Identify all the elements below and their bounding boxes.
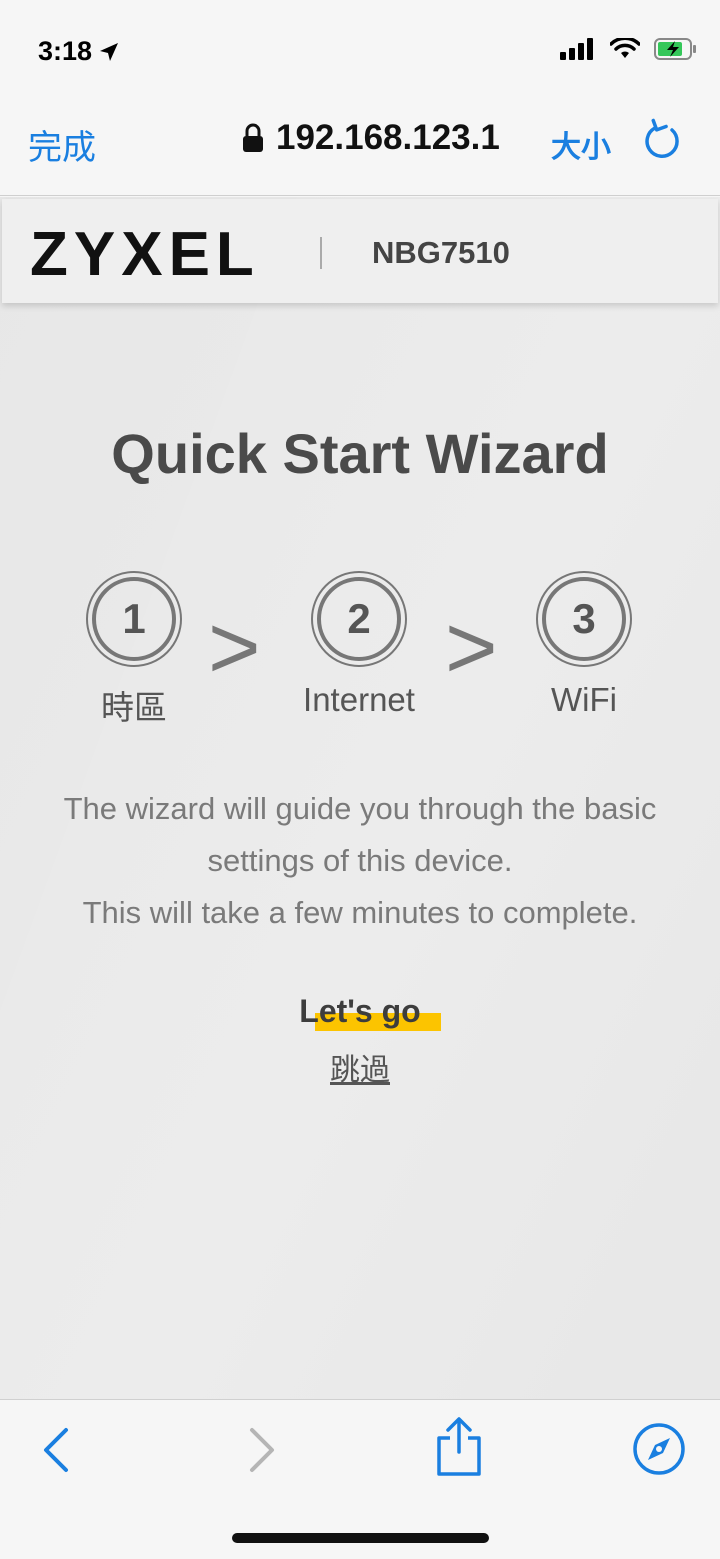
home-indicator — [232, 1533, 489, 1543]
share-icon[interactable] — [434, 1416, 484, 1478]
url-field[interactable]: 192.168.123.1 — [242, 118, 500, 158]
step-2-circle: 2 — [311, 571, 407, 667]
web-page: ZYXEL NBG7510 Quick Start Wizard 1 時區 > … — [0, 197, 720, 1399]
location-arrow-icon — [100, 42, 119, 61]
battery-charging-icon — [654, 38, 696, 60]
model-name: NBG7510 — [372, 235, 510, 270]
step-3: 3 WiFi — [494, 571, 674, 719]
description-line-1: The wizard will guide you through the ba… — [63, 791, 657, 826]
step-2: 2 Internet — [269, 571, 449, 719]
step-3-number: 3 — [542, 577, 626, 661]
step-arrow-2: > — [445, 598, 498, 698]
skip-link[interactable]: 跳過 — [0, 1045, 720, 1089]
wifi-icon — [610, 38, 640, 58]
step-arrow-1: > — [208, 598, 261, 698]
browser-toolbar — [0, 1399, 720, 1559]
step-1-label: 時區 — [101, 689, 167, 726]
zyxel-logo: ZYXEL — [30, 220, 260, 289]
lets-go-wrapper: Let's go — [0, 993, 720, 1031]
description-line-3: This will take a few minutes to complete… — [82, 895, 638, 930]
status-icons — [560, 38, 698, 60]
reload-icon[interactable] — [642, 118, 686, 164]
step-2-label: Internet — [303, 681, 415, 718]
compass-icon[interactable] — [632, 1422, 686, 1476]
step-1-number: 1 — [92, 577, 176, 661]
step-3-circle: 3 — [536, 571, 632, 667]
lock-icon — [243, 123, 263, 152]
back-icon[interactable] — [38, 1424, 74, 1476]
description-line-2: settings of this device. — [207, 843, 513, 878]
wizard-description: The wizard will guide you through the ba… — [0, 783, 720, 939]
header-divider — [320, 237, 322, 269]
cellular-signal-icon — [560, 38, 593, 60]
forward-icon[interactable] — [244, 1424, 280, 1476]
lets-go-button[interactable]: Let's go — [299, 993, 442, 1031]
wizard-title: Quick Start Wizard — [111, 422, 609, 485]
done-button[interactable]: 完成 — [28, 120, 96, 169]
status-time: 3:18 — [38, 36, 120, 67]
site-header: ZYXEL NBG7510 — [2, 199, 718, 303]
step-1-circle: 1 — [86, 571, 182, 667]
step-1: 1 時區 — [44, 571, 224, 729]
step-2-number: 2 — [317, 577, 401, 661]
lets-go-label: Let's go — [299, 993, 421, 1029]
text-size-button[interactable]: 大小 — [551, 122, 611, 166]
url-text: 192.168.123.1 — [276, 118, 500, 157]
browser-url-bar: 完成 192.168.123.1 大小 — [0, 100, 720, 196]
status-bar: 3:18 — [0, 0, 720, 100]
status-time-text: 3:18 — [38, 36, 93, 66]
step-3-label: WiFi — [551, 681, 617, 718]
